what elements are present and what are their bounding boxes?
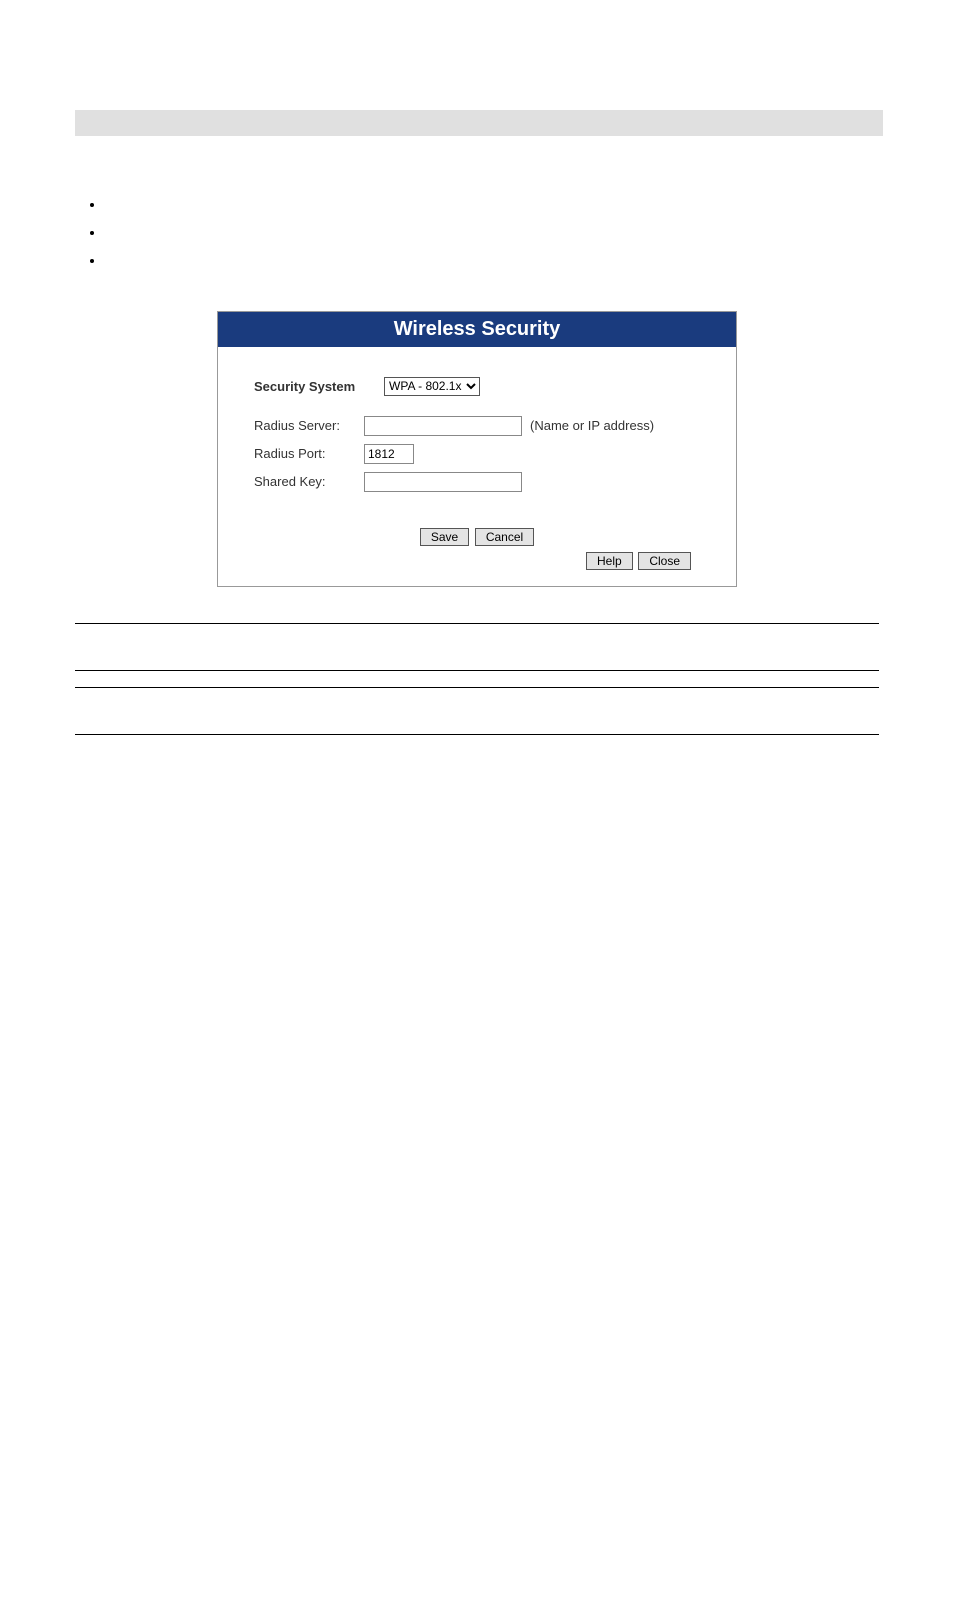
- security-system-select[interactable]: WPA - 802.1x: [384, 377, 480, 396]
- list-item: [105, 224, 879, 242]
- def-key: [75, 670, 265, 687]
- cancel-button[interactable]: Cancel: [475, 528, 534, 546]
- definitions-table: [75, 623, 879, 735]
- list-item: [105, 196, 879, 214]
- def-key: [75, 687, 265, 734]
- radius-port-label: Radius Port:: [254, 446, 364, 461]
- radius-port-input[interactable]: [364, 444, 414, 464]
- close-button[interactable]: Close: [638, 552, 691, 570]
- def-key: [75, 623, 265, 670]
- bullet-list: [75, 196, 879, 271]
- def-val: [265, 623, 879, 670]
- radius-server-label: Radius Server:: [254, 418, 364, 433]
- shared-key-label: Shared Key:: [254, 474, 364, 489]
- wireless-security-panel: Wireless Security Security System WPA - …: [217, 311, 737, 587]
- def-val: [265, 670, 879, 687]
- shared-key-input[interactable]: [364, 472, 522, 492]
- panel-title: Wireless Security: [218, 312, 736, 347]
- def-val: [265, 687, 879, 734]
- help-button[interactable]: Help: [586, 552, 633, 570]
- top-gray-bar: [75, 110, 883, 136]
- radius-server-hint: (Name or IP address): [530, 418, 654, 433]
- security-system-label: Security System: [254, 379, 384, 394]
- radius-server-input[interactable]: [364, 416, 522, 436]
- save-button[interactable]: Save: [420, 528, 469, 546]
- list-item: [105, 252, 879, 270]
